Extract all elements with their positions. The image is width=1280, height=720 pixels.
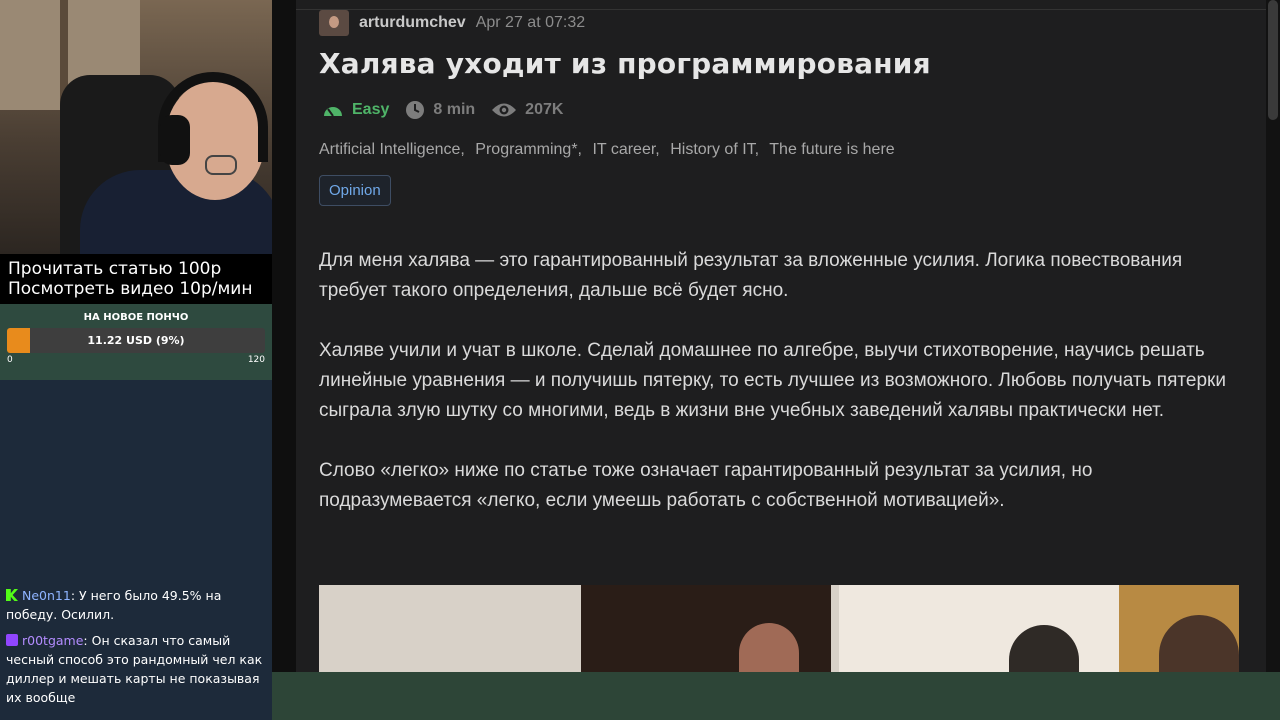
difficulty-label: Easy [352,101,390,118]
promo-line-article: Прочитать статью 100р [8,259,222,279]
webcam-headset-earcup [160,115,190,165]
stream-overlay-panel: Прочитать статью 100р Посмотреть видео 1… [0,0,272,720]
difficulty-icon [324,107,342,117]
twitch-icon [6,634,18,646]
chat-message: r00tgame: Он сказал что самый чесный спо… [6,631,266,707]
chat-message: Ne0n11: У него было 49.5% на победу. Оси… [6,586,266,624]
donation-goal: НА НОВОЕ ПОНЧО 11.22 USD (9%) 0 120 [0,304,272,380]
chat-separator: : [83,633,92,648]
views-label: 207K [525,101,564,118]
goal-min: 0 [7,355,13,365]
article-title: Халява уходит из программирования [319,47,931,80]
image-wall [839,585,1139,672]
clock-icon [406,101,425,119]
article-type-label[interactable]: Opinion [319,175,391,206]
reading-time: 8 min [405,100,475,120]
article-paragraph: Для меня халява — это гарантированный ре… [319,250,1183,301]
article-image [319,585,1239,672]
hub-link[interactable]: The future is here [769,141,894,158]
article-paragraph: Халяве учили и учат в школе. Сделай дома… [319,340,1226,421]
chat-feed: Ne0n11: У него было 49.5% на победу. Оси… [0,586,272,714]
chat-separator: : [70,588,80,603]
hub-link[interactable]: Programming*, [475,141,582,158]
webcam-feed [0,0,272,254]
scrollbar[interactable] [1266,0,1280,672]
article-page: arturdumchev Apr 27 at 07:32 Халява уход… [296,0,1266,672]
hub-link[interactable]: Artificial Intelligence, [319,141,465,158]
webcam-glasses [205,155,237,175]
article-author: arturdumchev Apr 27 at 07:32 [319,10,585,36]
hub-link[interactable]: IT career, [592,141,659,158]
goal-progress-bar: 11.22 USD (9%) [7,328,265,353]
overlay-bottom-bar [272,672,1280,720]
goal-amount: 11.22 USD (9%) [87,334,185,347]
promo-line-video: Посмотреть видео 10р/мин [8,279,253,299]
views-count: 207K [491,101,563,119]
chat-username: Ne0n11 [22,588,71,603]
chat-username: r00tgame [22,633,84,648]
goal-max: 120 [247,355,265,365]
goal-title: НА НОВОЕ ПОНЧО [83,312,189,323]
publish-date: Apr 27 at 07:32 [475,14,586,31]
eye-icon [492,103,517,117]
overlay-gap [272,0,296,720]
article-meta: Easy 8 min 207K [322,100,579,120]
hub-link[interactable]: History of IT, [670,141,759,158]
author-avatar[interactable] [319,10,349,36]
article-hubs: Artificial Intelligence, Programming*, I… [319,141,895,159]
goal-scale: 0 120 [7,355,265,367]
article-body: Для меня халява — это гарантированный ре… [319,246,1239,546]
scrollbar-thumb[interactable] [1268,0,1278,120]
kick-icon [6,589,18,601]
author-name[interactable]: arturdumchev [359,14,466,32]
reading-time-label: 8 min [433,101,476,118]
difficulty-badge: Easy [322,101,389,119]
article-paragraph: Слово «легко» ниже по статье тоже означа… [319,460,1093,511]
promo-text-box: Прочитать статью 100р Посмотреть видео 1… [0,254,272,304]
